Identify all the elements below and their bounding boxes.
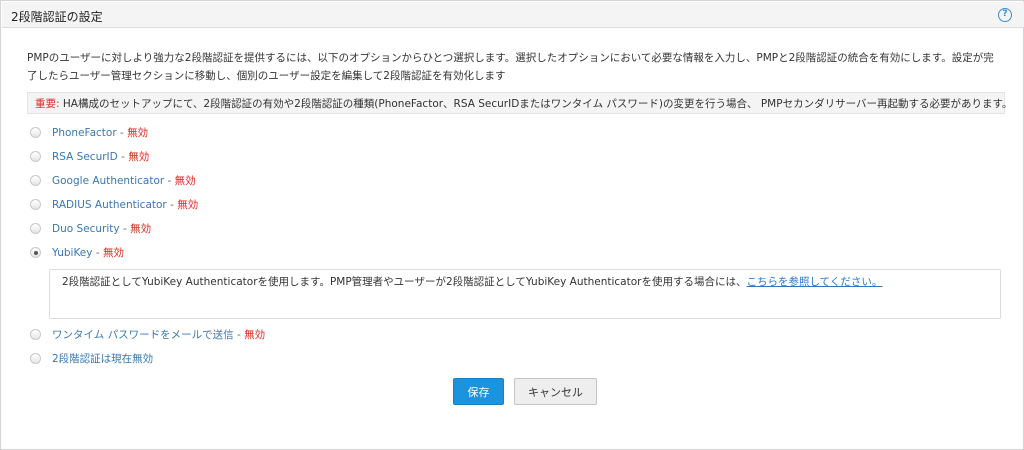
option-label[interactable]: Duo Security bbox=[52, 223, 120, 235]
option-separator: - bbox=[119, 223, 131, 235]
option-label[interactable]: YubiKey bbox=[52, 247, 92, 259]
important-note: 重要: HA構成のセットアップにて、2段階認証の有効や2段階認証の種類(Phon… bbox=[27, 92, 1012, 114]
radio-button[interactable] bbox=[30, 151, 41, 162]
option-separator: - bbox=[117, 151, 129, 163]
option-label[interactable]: Google Authenticator bbox=[52, 175, 164, 187]
radio-button[interactable] bbox=[30, 127, 41, 138]
info-link[interactable]: こちらを参照してください。 bbox=[746, 276, 882, 288]
option-label[interactable]: ワンタイム パスワードをメールで送信 bbox=[52, 329, 234, 341]
description-text: PMPのユーザーに対しより強力な2段階認証を提供するには、以下のオプションからひ… bbox=[27, 52, 994, 82]
panel-header: 2段階認証の設定 ? bbox=[2, 2, 1024, 28]
status-badge: 無効 bbox=[177, 199, 199, 211]
radio-button[interactable] bbox=[30, 329, 41, 340]
page-title: 2段階認証の設定 bbox=[11, 10, 103, 24]
save-button[interactable]: 保存 bbox=[453, 378, 504, 405]
note-text: HA構成のセットアップにて、2段階認証の有効や2段階認証の種類(PhoneFac… bbox=[59, 98, 1013, 110]
status-badge: 無効 bbox=[130, 223, 152, 235]
option-label[interactable]: RADIUS Authenticator bbox=[52, 199, 167, 211]
note-label: 重要: bbox=[35, 98, 60, 110]
status-badge: 無効 bbox=[102, 247, 124, 259]
status-badge: 無効 bbox=[244, 329, 266, 341]
help-icon[interactable]: ? bbox=[998, 8, 1012, 22]
radio-button[interactable] bbox=[30, 353, 41, 364]
radio-button[interactable] bbox=[30, 223, 41, 234]
yubikey-info-box: 2段階認証としてYubiKey Authenticatorを使用します。PMP管… bbox=[49, 269, 1001, 319]
status-badge: 無効 bbox=[128, 151, 150, 163]
option-separator: - bbox=[92, 247, 103, 259]
option-separator: - bbox=[166, 199, 178, 211]
settings-panel: 2段階認証の設定 ? PMPのユーザーに対しより強力な2段階認証を提供するには、… bbox=[0, 0, 1024, 450]
radio-button[interactable] bbox=[30, 175, 41, 186]
option-label[interactable]: RSA SecurID bbox=[52, 151, 118, 163]
info-text: 2段階認証としてYubiKey Authenticatorを使用します。PMP管… bbox=[62, 276, 747, 288]
option-label[interactable]: PhoneFactor bbox=[52, 127, 117, 139]
cancel-button[interactable]: キャンセル bbox=[514, 378, 597, 405]
radio-button[interactable] bbox=[30, 199, 41, 210]
option-label[interactable]: 2段階認証は現在無効 bbox=[52, 353, 153, 365]
radio-button-selected[interactable] bbox=[30, 247, 41, 258]
option-separator: - bbox=[233, 329, 245, 341]
option-separator: - bbox=[164, 175, 175, 187]
status-badge: 無効 bbox=[174, 175, 196, 187]
status-badge: 無効 bbox=[127, 127, 149, 139]
option-separator: - bbox=[116, 127, 128, 139]
